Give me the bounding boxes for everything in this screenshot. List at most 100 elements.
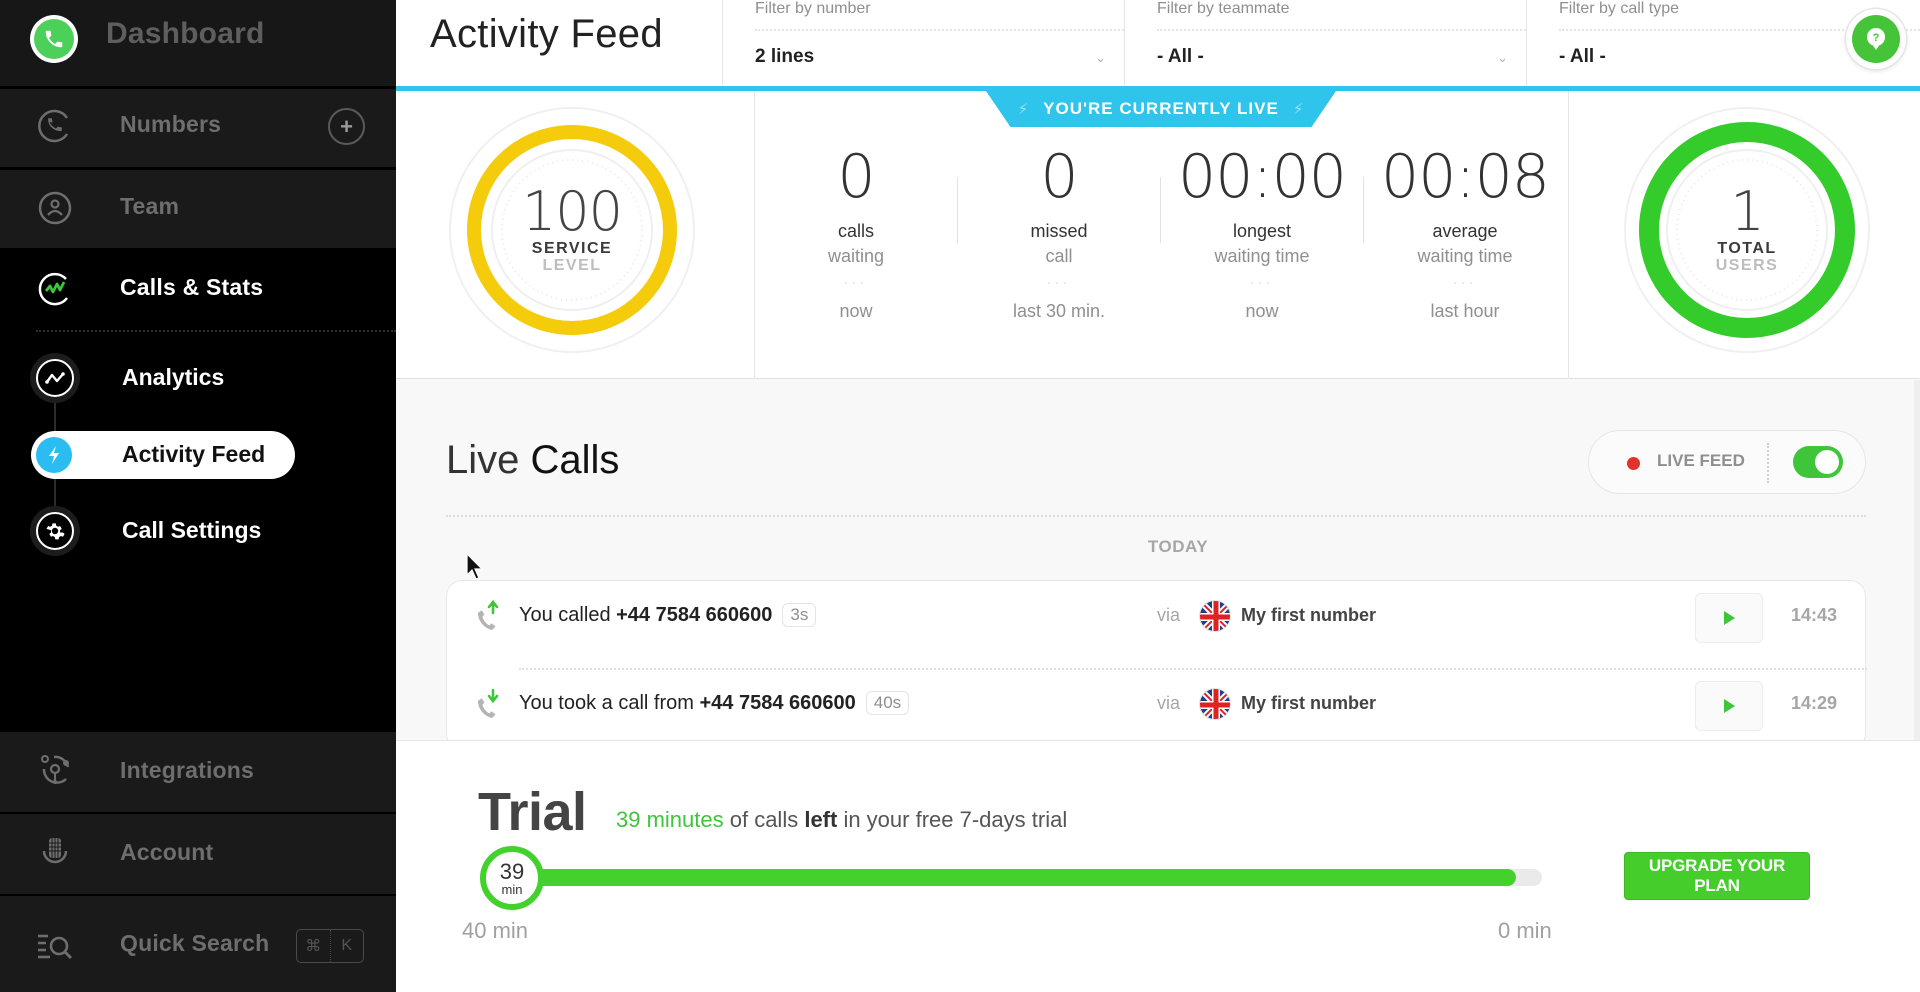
keyboard-shortcut: ⌘ K xyxy=(296,929,364,963)
total-users-label: TOTAL xyxy=(1717,240,1777,258)
uk-flag-icon xyxy=(1199,688,1231,720)
command-key: ⌘ xyxy=(305,938,322,955)
metric-period: last hour xyxy=(1430,301,1500,321)
bolt-icon: ⚡︎ xyxy=(1292,101,1305,118)
minutes-left: 39 minutes xyxy=(616,807,724,832)
play-recording-button[interactable] xyxy=(1695,593,1763,643)
metric-sublabel: waiting xyxy=(827,246,885,266)
metric-longest-waiting: 00:00 longest waiting time ··· now xyxy=(1162,147,1362,322)
via-label: via xyxy=(1157,605,1181,625)
page-header: Activity Feed Filter by number 2 lines ⌄… xyxy=(396,0,1920,86)
toggle-knob xyxy=(1815,450,1839,474)
chevron-down-icon: ⌄ xyxy=(1095,50,1106,65)
divider xyxy=(1568,91,1569,379)
call-time: 14:29 xyxy=(1791,693,1838,713)
filter-by-teammate[interactable]: Filter by teammate - All - ⌄ xyxy=(1124,0,1526,86)
call-duration-badge: 3s xyxy=(782,603,817,627)
metric-value: 00:08 xyxy=(1381,142,1550,212)
trial-panel: Trial 39 minutes of calls left in your f… xyxy=(396,740,1920,992)
title-part: Calls xyxy=(530,438,620,482)
sidebar-item-calls-stats-label: Calls & Stats xyxy=(120,274,264,300)
text-part: in your free 7-days trial xyxy=(837,807,1068,832)
live-feed-control: LIVE FEED xyxy=(1588,430,1866,494)
sidebar-item-account-label: Account xyxy=(120,839,214,865)
via-label: via xyxy=(1157,693,1181,713)
gear-icon xyxy=(30,506,80,556)
add-number-button[interactable]: + xyxy=(328,108,365,145)
integrations-icon xyxy=(36,751,74,789)
divider xyxy=(957,177,958,243)
divider xyxy=(1767,443,1769,483)
title-part: Live xyxy=(446,438,520,482)
sidebar-dashboard[interactable]: Dashboard xyxy=(106,17,265,51)
filter-by-number[interactable]: Filter by number 2 lines ⌄ xyxy=(722,0,1124,86)
metric-value: 00:00 xyxy=(1178,142,1347,212)
help-button[interactable]: ? xyxy=(1846,9,1906,69)
live-status-text: YOU'RE CURRENTLY LIVE xyxy=(1043,99,1279,118)
analytics-icon xyxy=(30,353,80,403)
divider xyxy=(36,330,396,332)
phone-number[interactable]: +44 7584 660600 xyxy=(616,604,772,626)
divider: ··· xyxy=(1453,275,1477,289)
metric-missed-call: 0 missed call ··· last 30 min. xyxy=(959,147,1159,322)
metric-calls-waiting: 0 calls waiting ··· now xyxy=(756,147,956,322)
sidebar-item-quick-search-label: Quick Search xyxy=(120,930,270,956)
metric-sublabel: waiting time xyxy=(1214,246,1310,266)
phone-icon xyxy=(34,19,74,59)
sidebar-item-activity-feed-label: Activity Feed xyxy=(122,441,266,467)
trial-progress-track xyxy=(512,869,1542,886)
metric-label: missed xyxy=(1030,221,1088,241)
phone-number[interactable]: +44 7584 660600 xyxy=(699,692,855,714)
scrollbar[interactable] xyxy=(1914,380,1920,740)
metric-sublabel: call xyxy=(1045,246,1073,266)
trial-title: Trial xyxy=(478,782,587,842)
filter-label: Filter by number xyxy=(755,0,871,17)
svg-text:?: ? xyxy=(1873,32,1880,44)
divider xyxy=(755,29,1124,31)
trial-description: 39 minutes of calls left in your free 7-… xyxy=(616,807,1067,833)
live-feed-label: LIVE FEED xyxy=(1657,451,1745,470)
filter-value: 2 lines xyxy=(755,46,815,67)
play-icon xyxy=(1724,699,1735,713)
service-level-value: 100 xyxy=(521,180,623,244)
sidebar-item-call-settings[interactable]: Call Settings xyxy=(122,517,261,544)
sidebar-item-numbers-label: Numbers xyxy=(120,111,222,137)
bolt-icon xyxy=(36,437,72,473)
metric-value: 0 xyxy=(837,142,875,212)
line-name: My first number xyxy=(1241,693,1377,713)
call-description: You called +44 7584 660600 3s xyxy=(519,603,817,627)
user-icon xyxy=(36,189,74,227)
text-part: left xyxy=(804,807,838,832)
sidebar: Dashboard Numbers + Team Calls & Stats A… xyxy=(0,0,396,992)
call-duration-badge: 40s xyxy=(865,691,910,715)
divider xyxy=(1157,29,1526,31)
page-title: Activity Feed xyxy=(430,12,663,56)
trial-progress-fill xyxy=(512,869,1517,886)
service-level-label: LEVEL xyxy=(542,257,602,274)
metric-period: now xyxy=(839,301,873,321)
divider: ··· xyxy=(844,275,868,289)
live-feed-toggle[interactable] xyxy=(1793,446,1843,478)
metric-label: longest xyxy=(1232,221,1292,241)
filter-label: Filter by teammate xyxy=(1157,0,1290,17)
quick-search-icon xyxy=(36,926,74,964)
call-row[interactable]: You called +44 7584 660600 3s via My firs… xyxy=(447,581,1867,651)
play-recording-button[interactable] xyxy=(1695,681,1763,731)
total-users-label: USERS xyxy=(1715,257,1779,274)
call-time: 14:43 xyxy=(1791,605,1838,625)
call-row[interactable]: You took a call from +44 7584 660600 40s … xyxy=(447,669,1867,739)
record-indicator-icon xyxy=(1627,457,1640,470)
knob-value: 39 xyxy=(499,858,525,884)
live-status-badge: ⚡︎ YOU'RE CURRENTLY LIVE ⚡︎ xyxy=(986,91,1336,127)
divider xyxy=(754,91,755,379)
account-icon xyxy=(36,833,74,871)
help-icon: ? xyxy=(1852,15,1900,63)
divider xyxy=(446,515,1866,517)
call-list: You called +44 7584 660600 3s via My firs… xyxy=(446,580,1867,750)
trial-start-label: 40 min xyxy=(462,918,529,943)
sidebar-item-analytics[interactable]: Analytics xyxy=(122,364,224,391)
sidebar-item-integrations-label: Integrations xyxy=(120,757,255,783)
upgrade-plan-button[interactable]: UPGRADE YOUR PLAN xyxy=(1624,852,1810,900)
logo[interactable] xyxy=(30,15,78,63)
incoming-call-icon xyxy=(473,687,505,721)
